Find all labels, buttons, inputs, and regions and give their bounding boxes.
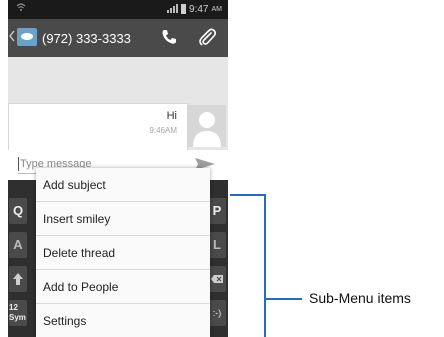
menu-item-add-to-people[interactable]: Add to People [36,270,210,304]
phone-screen: 9:47 AM (972) 333-3333 Hi 9:46AM Type me… [8,0,228,337]
callout-line-pointer [264,298,302,300]
phone-icon[interactable] [160,28,178,51]
smiley-key[interactable]: :-) [208,300,226,326]
action-bar: (972) 333-3333 [8,19,228,57]
contact-phone-number[interactable]: (972) 333-3333 [42,31,131,46]
contact-avatar-icon[interactable] [17,28,37,46]
sender-avatar[interactable] [188,105,226,147]
wifi-icon [16,3,26,15]
text-cursor [18,157,19,171]
callout-line-top [230,194,266,196]
menu-item-settings[interactable]: Settings [36,304,210,337]
key-a[interactable]: A [9,232,27,258]
status-time: 9:47 [189,3,209,15]
key-p[interactable]: P [208,198,226,224]
callout-line-vertical [264,194,266,337]
message-thread: Hi 9:46AM [8,57,228,151]
battery-icon [181,4,187,14]
sub-menu: Add subject Insert smiley Delete thread … [36,168,210,337]
key-l[interactable]: L [208,232,226,258]
message-text: Hi [166,110,177,122]
signal-bars-icon [166,3,179,15]
symbols-key-numbers: 12 [9,303,18,312]
menu-item-add-subject[interactable]: Add subject [36,168,210,202]
callout-label: Sub-Menu items [309,290,411,306]
shift-key[interactable] [9,266,27,292]
menu-item-delete-thread[interactable]: Delete thread [36,236,210,270]
message-bubble[interactable]: Hi 9:46AM [8,103,188,151]
paperclip-icon[interactable] [198,27,217,52]
status-ampm: AM [211,5,223,13]
symbols-key[interactable]: 12 Sym [9,300,27,326]
status-bar: 9:47 AM [8,0,228,19]
menu-item-insert-smiley[interactable]: Insert smiley [36,202,210,236]
backspace-key[interactable] [208,266,226,292]
message-timestamp: 9:46AM [149,126,177,135]
symbols-key-label: Sym [9,313,26,322]
key-q[interactable]: Q [9,198,27,224]
back-chevron-icon[interactable] [9,30,15,45]
